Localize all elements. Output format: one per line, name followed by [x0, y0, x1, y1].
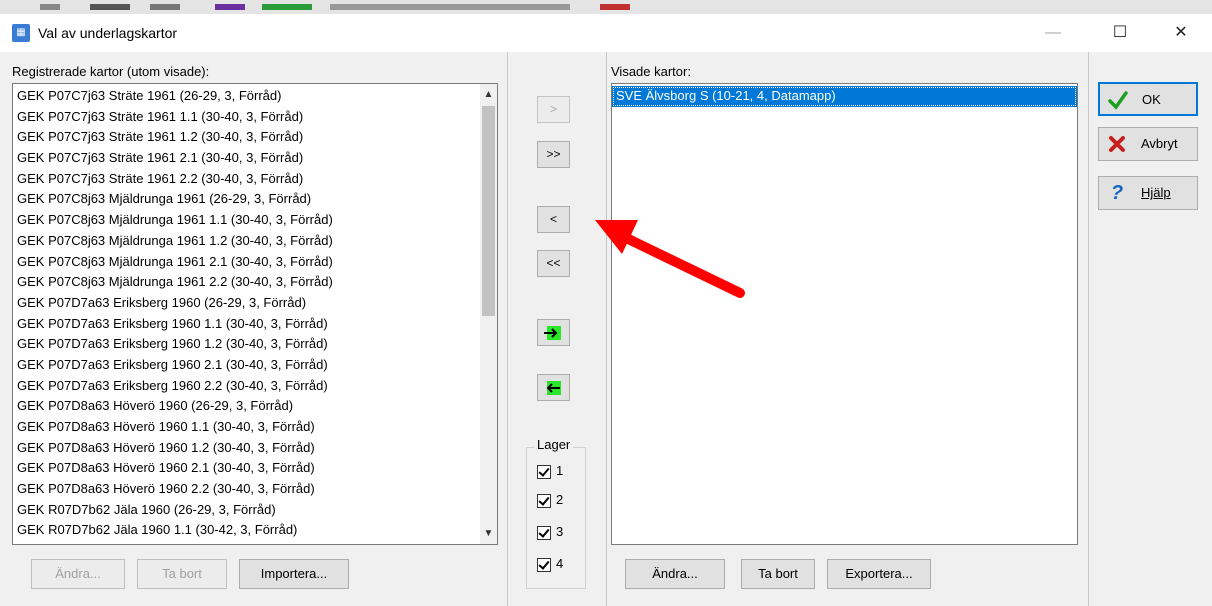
registered-maps-scrollbar[interactable]: ▲ ▼	[480, 84, 497, 544]
window-title: Val av underlagskartor	[38, 25, 178, 41]
list-item[interactable]: GEK P07C8j63 Mjäldrunga 1961 1.1 (30-40,…	[13, 210, 497, 231]
checkbox-checked-icon[interactable]	[537, 557, 551, 572]
scroll-up-icon[interactable]: ▲	[480, 86, 497, 103]
list-item[interactable]: GEK P07C8j63 Mjäldrunga 1961 2.2 (30-40,…	[13, 272, 497, 293]
list-item[interactable]: GEK P07C7j63 Sträte 1961 (26-29, 3, Förr…	[13, 86, 497, 107]
shown-maps-label: Visade kartor:	[611, 64, 691, 79]
move-left-icon	[546, 380, 561, 395]
add-one-button[interactable]: >	[537, 96, 570, 123]
layer-checkbox-2[interactable]: 2	[537, 492, 563, 508]
move-left-button[interactable]	[537, 374, 570, 401]
list-item[interactable]: GEK R07D7b62 Jäla 1960 1.1 (30-42, 3, Fö…	[13, 520, 497, 541]
list-item[interactable]: GEK R07D7b62 Jäla 1960 (26-29, 3, Förråd…	[13, 500, 497, 521]
right-remove-button[interactable]: Ta bort	[741, 559, 815, 589]
move-right-icon	[543, 325, 561, 340]
title-bar: ▦ Val av underlagskartor — ☐ ✕	[0, 14, 1212, 52]
list-item[interactable]: GEK P07D7a63 Eriksberg 1960 1.1 (30-40, …	[13, 314, 497, 335]
left-edit-button[interactable]: Ändra...	[31, 559, 125, 589]
scroll-thumb[interactable]	[482, 106, 495, 316]
list-item[interactable]: GEK P07D8a63 Höverö 1960 1.1 (30-40, 3, …	[13, 417, 497, 438]
list-item[interactable]: GEK P07C8j63 Mjäldrunga 1961 1.2 (30-40,…	[13, 231, 497, 252]
checkbox-checked-icon[interactable]	[537, 493, 551, 508]
list-item[interactable]: GEK P07C7j63 Sträte 1961 1.2 (30-40, 3, …	[13, 127, 497, 148]
remove-all-button[interactable]: <<	[537, 250, 570, 277]
panel-divider	[606, 52, 607, 606]
right-edit-button[interactable]: Ändra...	[625, 559, 725, 589]
layer-checkbox-1[interactable]: 1	[537, 463, 563, 479]
panel-divider	[507, 52, 508, 606]
cancel-button[interactable]: Avbryt	[1098, 127, 1198, 161]
add-all-button[interactable]: >>	[537, 141, 570, 168]
panel-divider	[1088, 52, 1089, 606]
help-button[interactable]: ? Hjälp	[1098, 176, 1198, 210]
question-mark-icon: ?	[1110, 182, 1124, 204]
cross-icon	[1109, 136, 1125, 152]
move-right-button[interactable]	[537, 319, 570, 346]
list-item[interactable]: GEK P07C7j63 Sträte 1961 1.1 (30-40, 3, …	[13, 107, 497, 128]
list-item[interactable]: SVE Älvsborg S (10-21, 4, Datamapp)	[612, 86, 1077, 107]
registered-maps-label: Registrerade kartor (utom visade):	[12, 64, 210, 79]
ok-button[interactable]: OK	[1098, 82, 1198, 116]
app-icon: ▦	[12, 24, 30, 42]
close-button[interactable]: ✕	[1158, 14, 1204, 52]
import-button[interactable]: Importera...	[239, 559, 349, 589]
scroll-down-icon[interactable]: ▼	[480, 525, 497, 542]
list-item[interactable]: GEK P07D7a63 Eriksberg 1960 2.2 (30-40, …	[13, 376, 497, 397]
layer-group-title: Lager	[534, 437, 574, 452]
list-item[interactable]: GEK P07D8a63 Höverö 1960 (26-29, 3, Förr…	[13, 396, 497, 417]
registered-maps-list[interactable]: GEK P07C7j63 Sträte 1961 (26-29, 3, Förr…	[12, 83, 498, 545]
list-item[interactable]: GEK P07D8a63 Höverö 1960 1.2 (30-40, 3, …	[13, 438, 497, 459]
list-item[interactable]: GEK P07D7a63 Eriksberg 1960 1.2 (30-40, …	[13, 334, 497, 355]
list-item[interactable]: GEK P07D7a63 Eriksberg 1960 (26-29, 3, F…	[13, 293, 497, 314]
list-item[interactable]: GEK P07D7a63 Eriksberg 1960 2.1 (30-40, …	[13, 355, 497, 376]
remove-one-button[interactable]: <	[537, 206, 570, 233]
checkbox-checked-icon[interactable]	[537, 525, 551, 540]
left-remove-button[interactable]: Ta bort	[137, 559, 227, 589]
list-item[interactable]: GEK P07C8j63 Mjäldrunga 1961 2.1 (30-40,…	[13, 252, 497, 273]
layer-checkbox-4[interactable]: 4	[537, 556, 563, 572]
shown-maps-list[interactable]: SVE Älvsborg S (10-21, 4, Datamapp)	[611, 83, 1078, 545]
list-item[interactable]: GEK P07C8j63 Mjäldrunga 1961 (26-29, 3, …	[13, 189, 497, 210]
background-window-strip	[0, 0, 1212, 14]
red-arrow-icon	[595, 220, 745, 298]
minimize-button[interactable]: —	[1030, 14, 1076, 52]
layer-checkbox-3[interactable]: 3	[537, 524, 563, 540]
list-item[interactable]: GEK P07D8a63 Höverö 1960 2.2 (30-40, 3, …	[13, 479, 497, 500]
list-item[interactable]: GEK P07D8a63 Höverö 1960 2.1 (30-40, 3, …	[13, 458, 497, 479]
list-item[interactable]: GEK P07C7j63 Sträte 1961 2.2 (30-40, 3, …	[13, 169, 497, 190]
checkbox-checked-icon[interactable]	[537, 464, 551, 479]
checkmark-icon	[1108, 91, 1128, 110]
list-item[interactable]: GEK P07C7j63 Sträte 1961 2.1 (30-40, 3, …	[13, 148, 497, 169]
maximize-button[interactable]: ☐	[1097, 14, 1143, 52]
export-button[interactable]: Exportera...	[827, 559, 931, 589]
